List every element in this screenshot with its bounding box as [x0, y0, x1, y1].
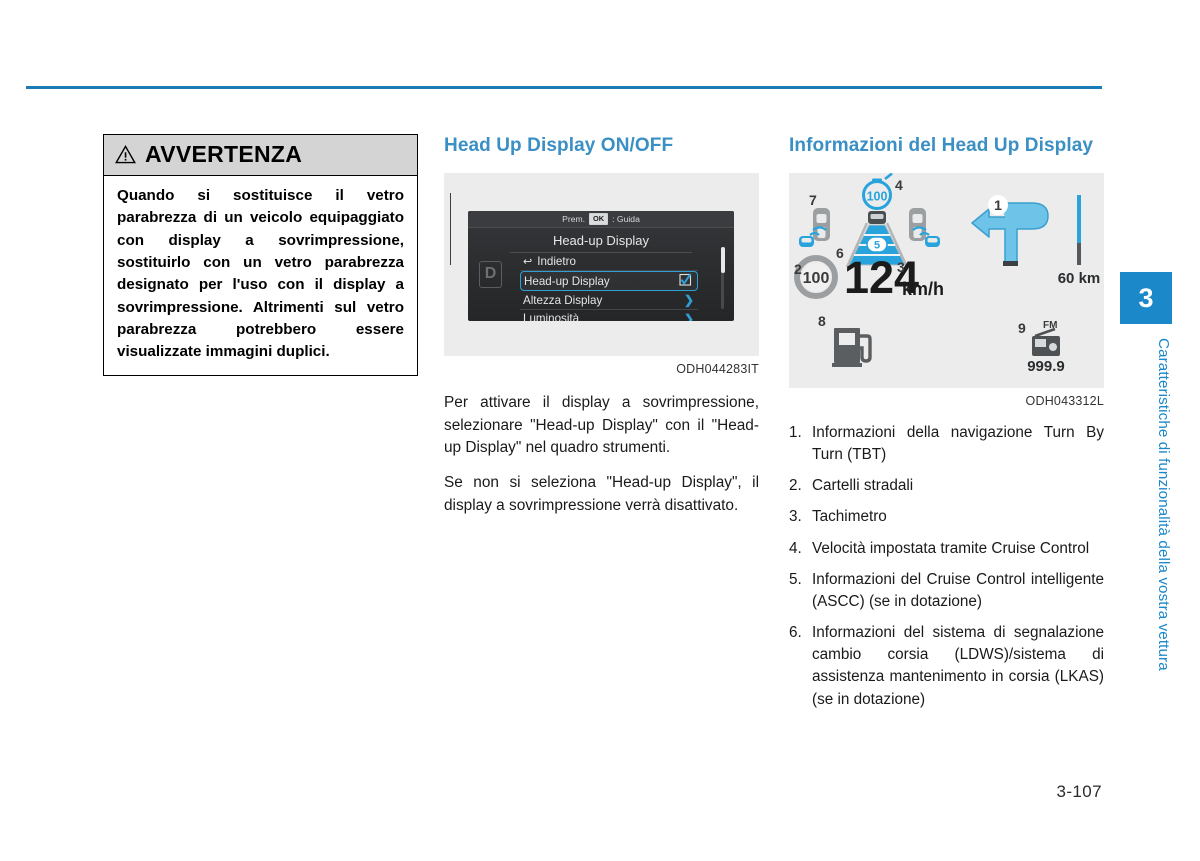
list-item: 6. Informazioni del sistema di segnalazio…: [789, 622, 1104, 711]
warning-text: Quando si sostituisce il vetro parabrezz…: [117, 187, 404, 361]
fuel-pump-icon: [832, 327, 872, 367]
right-column: Informazioni del Head Up Display 7 5 6 1…: [789, 134, 1104, 720]
warning-header: AVVERTENZA: [104, 135, 417, 176]
gear-indicator-badge: D: [479, 260, 502, 288]
cluster-menu-item-altezza-display[interactable]: Altezza Display ❯: [520, 291, 698, 310]
cluster-display-panel: Prem. OK : Guida Head-up Display ↩ Indie…: [468, 210, 734, 321]
cluster-menu-item-headup-display[interactable]: Head-up Display: [520, 271, 698, 292]
list-item-number: 2.: [789, 477, 802, 495]
list-item-number: 1.: [789, 423, 802, 441]
cruise-set-speed-icon: 100: [862, 172, 893, 210]
list-item-text: Tachimetro: [812, 508, 887, 526]
right-vehicle-icon: [909, 207, 926, 241]
list-item: 4. Velocità impostata tramite Cruise Cont…: [789, 538, 1104, 560]
list-item: 5. Informazioni del Cruise Control intell…: [789, 569, 1104, 613]
nav-distance-value: 60 km: [1058, 270, 1101, 287]
speed-limit-sign-icon: 100: [794, 254, 838, 299]
chevron-right-icon: ❯: [683, 293, 694, 308]
left-column: AVVERTENZA Quando si sostituisce il vetr…: [103, 134, 418, 376]
warning-triangle-icon: [115, 145, 136, 164]
list-item-number: 3.: [789, 508, 802, 526]
list-item-number: 6.: [789, 624, 802, 642]
callout-5: 5: [874, 239, 880, 251]
cluster-hint-bar: Prem. OK : Guida: [468, 210, 734, 228]
hud-diagram: 7 5 6 100 4 100 2 124 km/h 3 1 60 km 8 9…: [794, 172, 1101, 375]
chapter-tab-badge: 3: [1120, 272, 1172, 324]
ascc-indicator-icon: 5: [866, 236, 888, 253]
hud-speed-unit: km/h: [902, 279, 944, 299]
list-item-text: Velocità impostata tramite Cruise Contro…: [812, 539, 1090, 557]
cluster-scrollbar-thumb[interactable]: [720, 246, 725, 273]
paragraph-deactivate-hud: Se non si seleziona "Head-up Display", i…: [444, 474, 759, 515]
chevron-right-icon: ❯: [683, 311, 694, 321]
cluster-item-label: Altezza Display: [523, 293, 603, 307]
list-item: 2. Cartelli stradali: [789, 475, 1104, 497]
back-arrow-icon: ↩: [523, 256, 533, 269]
preceding-vehicle-icon: [868, 210, 886, 224]
chapter-title-vertical: Caratteristiche di funzionalità della vo…: [1155, 338, 1172, 671]
list-item-text: Cartelli stradali: [812, 477, 914, 495]
left-vehicle-icon: [813, 207, 830, 241]
cluster-menu-title: Head-up Display: [510, 228, 692, 253]
figure-hud-overview: 7 5 6 100 4 100 2 124 km/h 3 1 60 km 8 9…: [789, 172, 1104, 388]
list-item-text: Informazioni del Cruise Control intellig…: [812, 570, 1104, 610]
callout-3: 3: [897, 259, 905, 275]
cluster-menu-item-indietro[interactable]: ↩ Indietro: [520, 253, 698, 272]
callout-1: 1: [994, 197, 1002, 213]
radio-band-label: FM: [1043, 320, 1057, 331]
cluster-item-label: Luminosità: [523, 312, 580, 321]
paragraph-activate-hud: Per attivare il display a sovrimpression…: [444, 393, 759, 457]
hud-legend-list: 1. Informazioni della navigazione Turn By…: [789, 422, 1104, 711]
cruise-set-speed-value: 100: [867, 189, 888, 203]
callout-4: 4: [895, 177, 903, 193]
warning-body: Quando si sostituisce il vetro parabrezz…: [104, 176, 417, 375]
list-item-number: 5.: [789, 570, 802, 588]
cluster-divider-line: [450, 192, 451, 265]
list-item: 1. Informazioni della navigazione Turn By…: [789, 422, 1104, 466]
figure-caption-cluster: ODH044283IT: [676, 361, 759, 376]
section-heading-hud-onoff: Head Up Display ON/OFF: [444, 135, 674, 156]
figure-caption-hud: ODH043312L: [1025, 393, 1104, 408]
cluster-item-label: Indietro: [537, 255, 576, 269]
section-heading-hud-info: Informazioni del Head Up Display: [789, 135, 1094, 156]
callout-6: 6: [836, 245, 844, 261]
callout-9: 9: [1018, 320, 1026, 336]
cluster-item-label: Head-up Display: [524, 274, 610, 288]
callout-8: 8: [818, 313, 826, 329]
cluster-menu-item-luminosita[interactable]: Luminosità ❯: [520, 310, 698, 321]
speed-limit-value: 100: [803, 270, 830, 287]
callout-7: 7: [809, 192, 817, 208]
radio-icon: [1032, 327, 1060, 356]
figure-cluster-menu: Prem. OK : Guida Head-up Display ↩ Indie…: [444, 172, 759, 356]
warning-title: AVVERTENZA: [145, 141, 303, 167]
callout-2: 2: [794, 261, 802, 277]
list-item-number: 4.: [789, 539, 802, 557]
tbt-navigation-arrow-icon: [971, 202, 1049, 266]
nav-distance-bar-icon: [1077, 194, 1081, 265]
page-number: 3-107: [1056, 782, 1102, 801]
list-item: 3. Tachimetro: [789, 506, 1104, 528]
cluster-hint-suffix: : Guida: [612, 213, 640, 224]
checkbox-checked-icon[interactable]: [679, 273, 692, 289]
ok-key-icon: OK: [589, 212, 609, 225]
list-item-text: Informazioni del sistema di segnalazione…: [812, 624, 1104, 708]
cluster-hint-prefix: Prem.: [562, 213, 586, 224]
radio-frequency-value: 999.9: [1027, 358, 1065, 375]
chapter-number: 3: [1138, 282, 1154, 313]
header-rule: [26, 86, 1102, 89]
list-item-text: Informazioni della navigazione Turn By T…: [812, 423, 1104, 464]
middle-column: Head Up Display ON/OFF Prem. OK : Guida …: [444, 134, 759, 530]
warning-box: AVVERTENZA Quando si sostituisce il vetr…: [103, 134, 418, 376]
